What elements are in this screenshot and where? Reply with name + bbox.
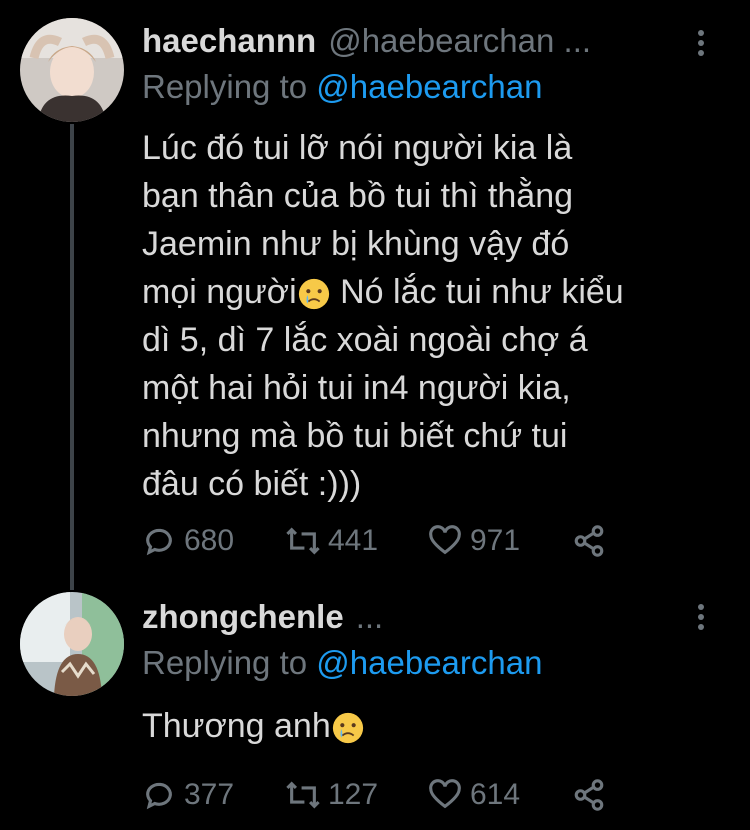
display-name[interactable]: haechannn [142,22,316,60]
mention-link[interactable]: @haebearchan [316,644,542,681]
like-count: 971 [470,524,521,557]
share-icon [574,525,604,557]
tweet-header: haechannn @haebearchan ... [142,22,591,60]
replying-to-line: Replying to @haebearchan [142,644,542,682]
tweet-header: zhongchenle ... [142,598,383,636]
like-button[interactable]: 971 [428,524,572,558]
reply-count: 680 [184,524,235,557]
crying-face-icon [332,712,363,744]
retweet-count: 127 [328,778,379,811]
tweet-actions: 377 127 614 [142,778,606,812]
replying-to-line: Replying to @haebearchan [142,68,542,106]
more-options-icon[interactable] [696,30,706,56]
display-name[interactable]: zhongchenle [142,598,344,636]
retweet-button[interactable]: 127 [284,778,428,812]
reply-count: 377 [184,778,235,811]
share-icon [574,779,604,811]
replying-to-label: Replying to [142,644,308,681]
retweet-count: 441 [328,524,379,557]
reply-button[interactable]: 680 [142,524,284,558]
crying-face-icon [298,278,329,310]
tweet-text: Lúc đó tui lỡ nói người kia là bạn thân … [142,124,712,508]
reply-icon [146,528,172,556]
retweet-button[interactable]: 441 [284,524,428,558]
mention-link[interactable]: @haebearchan [316,68,542,105]
user-handle[interactable]: ... [356,598,384,636]
retweet-icon [286,527,320,555]
reply-icon [146,782,172,810]
share-button[interactable] [572,778,606,812]
heart-icon [429,779,461,809]
avatar[interactable] [20,18,124,122]
tweet-zhongchenle[interactable]: zhongchenle ... Replying to @haebearchan… [0,590,750,830]
user-handle[interactable]: @haebearchan ... [328,22,591,60]
more-options-icon[interactable] [696,604,706,630]
reply-button[interactable]: 377 [142,778,284,812]
avatar[interactable] [20,592,124,696]
tweet-text: Thương anh [142,702,712,750]
tweet-text-part1: Thương anh [142,707,331,745]
retweet-icon [286,781,320,809]
replying-to-label: Replying to [142,68,308,105]
heart-icon [429,525,461,555]
like-button[interactable]: 614 [428,778,572,812]
tweet-haechannn[interactable]: haechannn @haebearchan ... Replying to @… [0,0,750,590]
tweet-actions: 680 441 971 [142,524,606,558]
share-button[interactable] [572,524,606,558]
like-count: 614 [470,778,521,811]
